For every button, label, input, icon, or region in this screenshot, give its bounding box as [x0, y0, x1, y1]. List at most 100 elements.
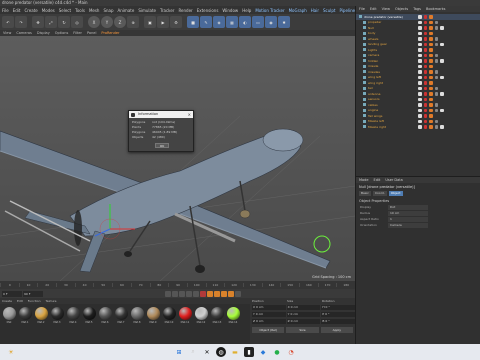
material-swatch[interactable]: Mat.5: [82, 307, 96, 341]
menu-item-highlighted[interactable]: Pipeline: [339, 8, 355, 13]
tag-icon[interactable]: [434, 108, 438, 112]
material-swatch[interactable]: Mat.14: [226, 307, 240, 341]
files-icon[interactable]: ▬: [230, 347, 240, 357]
array-icon[interactable]: ▦: [226, 16, 238, 28]
tag-icon[interactable]: [423, 26, 427, 30]
tag-icon[interactable]: [423, 119, 427, 123]
menu-item[interactable]: Tools: [75, 8, 85, 13]
material-swatch[interactable]: Mat.10: [162, 307, 176, 341]
coord-field[interactable]: P 0 °: [321, 312, 356, 317]
attribute-value[interactable]: Dot: [388, 204, 428, 210]
tag-icon[interactable]: [418, 37, 422, 41]
material-swatch[interactable]: Mat.3: [50, 307, 64, 341]
menu-item-highlighted[interactable]: Sculpt: [323, 8, 336, 13]
tag-icon[interactable]: [429, 64, 433, 68]
tag-icon[interactable]: [423, 48, 427, 52]
move-tool-icon[interactable]: ✥: [32, 16, 44, 28]
tag-icon[interactable]: [418, 42, 422, 46]
tag-icon[interactable]: [423, 53, 427, 57]
light-icon[interactable]: ✹: [278, 16, 290, 28]
attribute-value[interactable]: 1: [388, 216, 428, 222]
attribute-value[interactable]: 10 cm: [388, 210, 428, 216]
object-mode-select[interactable]: Object (Rel): [252, 327, 285, 333]
tag-icon[interactable]: [429, 70, 433, 74]
attribute-tab[interactable]: Object: [388, 191, 403, 196]
tag-icon[interactable]: [418, 97, 422, 101]
viewport[interactable]: Grid Spacing : 100 cm: [0, 36, 355, 281]
vscode-icon[interactable]: ◆: [258, 347, 268, 357]
tag-icon[interactable]: [418, 81, 422, 85]
tag-icon[interactable]: [418, 70, 422, 74]
tag-icon[interactable]: [429, 92, 433, 96]
tag-icon[interactable]: [429, 59, 433, 63]
tag-icon[interactable]: [423, 81, 427, 85]
menu-item[interactable]: Window: [222, 8, 238, 13]
start-icon[interactable]: ⊞: [174, 347, 184, 357]
tag-icon[interactable]: [418, 48, 422, 52]
tag-icon[interactable]: [429, 53, 433, 57]
material-swatch[interactable]: Mat.12: [194, 307, 208, 341]
tag-icon[interactable]: [423, 97, 427, 101]
coord-field[interactable]: B 0 °: [321, 319, 356, 324]
tag-icon[interactable]: [429, 15, 433, 19]
tag-icon[interactable]: [440, 42, 444, 46]
pen-icon[interactable]: ✎: [200, 16, 212, 28]
object-menu-item[interactable]: Edit: [370, 6, 377, 12]
x-app-icon[interactable]: ✕: [202, 347, 212, 357]
tag-icon[interactable]: [434, 92, 438, 96]
tag-icon[interactable]: [418, 125, 422, 129]
tag-icon[interactable]: [434, 103, 438, 107]
material-swatch[interactable]: Mat.11: [178, 307, 192, 341]
tag-icon[interactable]: [423, 108, 427, 112]
object-menu-item[interactable]: Objects: [395, 6, 408, 12]
axis-x-button[interactable]: X: [88, 16, 100, 28]
material-swatch[interactable]: Mat: [2, 307, 16, 341]
tag-icon[interactable]: [418, 92, 422, 96]
tag-icon[interactable]: [429, 81, 433, 85]
tag-icon[interactable]: [423, 125, 427, 129]
render-view-icon[interactable]: ▣: [144, 16, 156, 28]
tag-icon[interactable]: [423, 92, 427, 96]
tag-icon[interactable]: [423, 20, 427, 24]
coord-field[interactable]: Z 0 cm: [286, 319, 321, 324]
menu-item[interactable]: Help: [242, 8, 251, 13]
undo-icon[interactable]: ↶: [2, 16, 14, 28]
ok-button[interactable]: OK: [155, 143, 169, 148]
material-swatch[interactable]: Mat.4: [66, 307, 80, 341]
material-swatch[interactable]: Mat.13: [210, 307, 224, 341]
play-icon[interactable]: [179, 290, 185, 297]
axis-z-button[interactable]: Z: [114, 16, 126, 28]
tag-icon[interactable]: [440, 26, 444, 30]
tag-icon[interactable]: [434, 59, 438, 63]
tag-icon[interactable]: [418, 31, 422, 35]
tag-icon[interactable]: [440, 59, 444, 63]
menu-item[interactable]: Animate: [118, 8, 135, 13]
menu-item[interactable]: Tracker: [160, 8, 174, 13]
tag-icon[interactable]: [423, 103, 427, 107]
menu-item-highlighted[interactable]: Motion Tracker: [255, 8, 284, 13]
menu-item[interactable]: Edit: [13, 8, 21, 13]
object-menu-item[interactable]: Bookmarks: [426, 6, 446, 12]
tag-icon[interactable]: [423, 114, 427, 118]
tag-icon[interactable]: [429, 31, 433, 35]
tag-icon[interactable]: [434, 70, 438, 74]
search-icon[interactable]: ⌕: [188, 347, 198, 357]
next-frame-icon[interactable]: [186, 290, 192, 297]
tag-icon[interactable]: [418, 114, 422, 118]
render-settings-icon[interactable]: ⚙: [170, 16, 182, 28]
tag-icon[interactable]: [429, 119, 433, 123]
tag-icon[interactable]: [423, 42, 427, 46]
tag-icon[interactable]: [418, 20, 422, 24]
coord-field[interactable]: Z 0 cm: [252, 319, 286, 324]
deformer-icon[interactable]: ◐: [239, 16, 251, 28]
object-menu-item[interactable]: View: [382, 6, 390, 12]
close-icon[interactable]: ×: [188, 111, 191, 118]
tag-icon[interactable]: [418, 86, 422, 90]
size-mode-select[interactable]: Size: [286, 327, 319, 333]
menu-item[interactable]: File: [2, 8, 9, 13]
tag-icon[interactable]: [418, 119, 422, 123]
start-frame-field[interactable]: 0 F: [2, 290, 22, 297]
floor-icon[interactable]: ▭: [252, 16, 264, 28]
tag-icon[interactable]: [429, 114, 433, 118]
menu-item[interactable]: Snap: [103, 8, 113, 13]
